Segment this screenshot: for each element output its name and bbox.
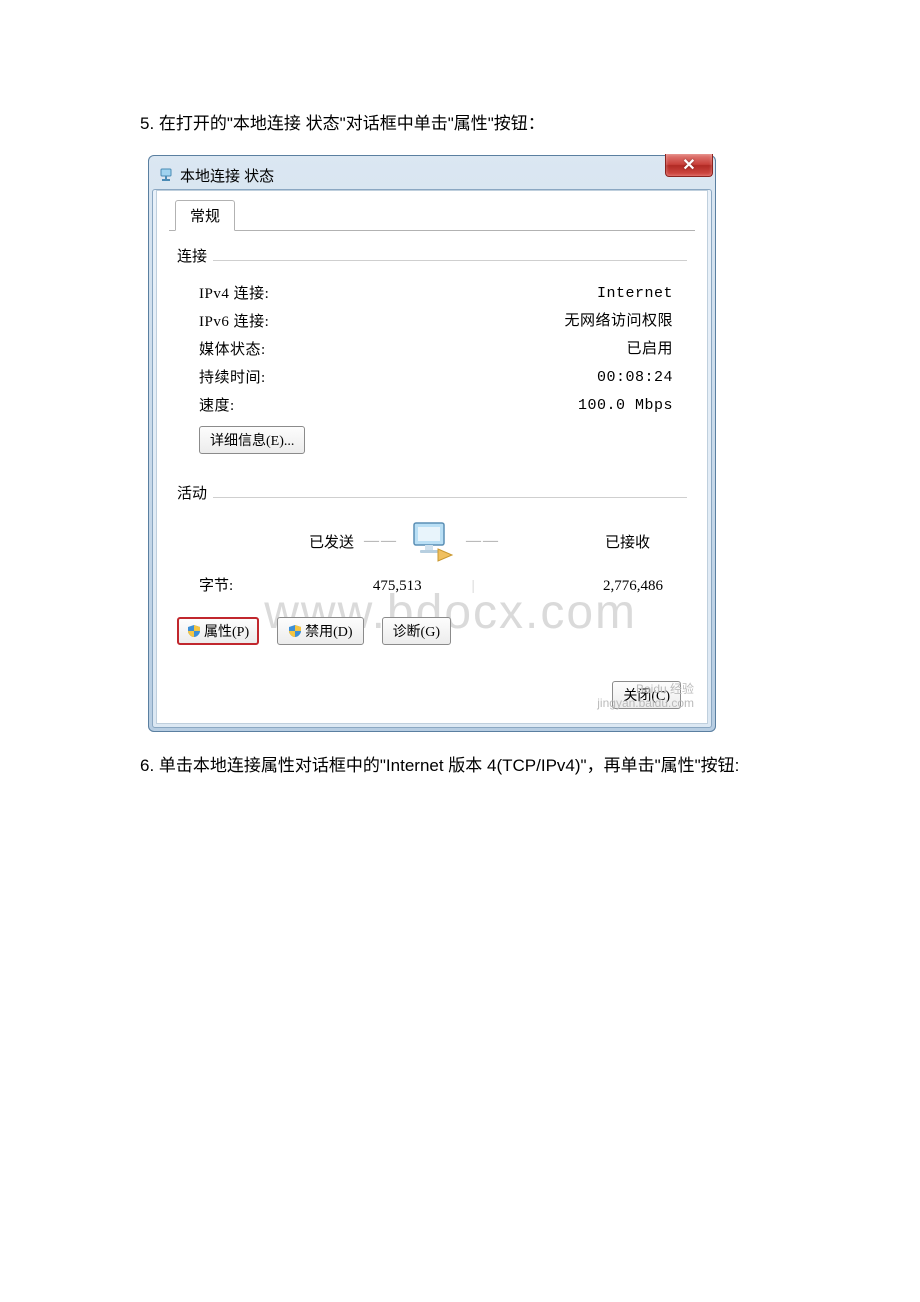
diagnose-button[interactable]: 诊断(G): [382, 617, 451, 645]
properties-button-label: 属性(P): [204, 621, 249, 641]
speed-value: 100.0 Mbps: [578, 392, 673, 420]
step-5-text: 5. 在打开的"本地连接 状态"对话框中单击"属性"按钮：: [140, 110, 780, 137]
duration-value: 00:08:24: [597, 364, 673, 392]
sent-label: 已发送: [214, 531, 354, 552]
computer-icon: [408, 519, 456, 563]
close-button[interactable]: ✕: [665, 154, 713, 177]
bytes-recv-value: 2,776,486: [475, 573, 663, 599]
media-label: 媒体状态:: [199, 336, 266, 364]
details-button[interactable]: 详细信息(E)...: [199, 426, 305, 454]
close-dialog-button[interactable]: 关闭(C): [612, 681, 681, 709]
tab-strip: 常规: [169, 199, 695, 231]
dialog-title: 本地连接 状态: [180, 165, 274, 186]
close-icon: ✕: [682, 155, 695, 175]
diagnose-button-label: 诊断(G): [393, 621, 440, 641]
dash-right: ——: [466, 533, 500, 550]
bytes-sent-value: 475,513: [233, 573, 471, 599]
details-button-label: 详细信息(E)...: [210, 430, 294, 450]
dialog-window: www.bdocx.com 本地连接 状态 ✕ 常规: [148, 155, 716, 732]
shield-icon: [187, 624, 201, 638]
ipv4-value: Internet: [597, 280, 673, 308]
shield-icon: [288, 624, 302, 638]
ipv6-label: IPv6 连接:: [199, 308, 269, 336]
dash-left: ——: [364, 533, 398, 550]
step-6-text: 6. 单击本地连接属性对话框中的"Internet 版本 4(TCP/IPv4)…: [140, 752, 780, 779]
bytes-label: 字节:: [199, 573, 233, 599]
speed-label: 速度:: [199, 392, 235, 420]
media-value: 已启用: [626, 336, 673, 364]
disable-button[interactable]: 禁用(D): [277, 617, 363, 645]
tab-general[interactable]: 常规: [175, 200, 235, 231]
recv-label: 已接收: [510, 531, 650, 552]
group-activity-label: 活动: [177, 482, 213, 503]
duration-label: 持续时间:: [199, 364, 266, 392]
close-dialog-button-label: 关闭(C): [623, 685, 670, 705]
disable-button-label: 禁用(D): [305, 621, 352, 641]
ipv4-label: IPv4 连接:: [199, 280, 269, 308]
properties-button[interactable]: 属性(P): [177, 617, 259, 645]
ipv6-value: 无网络访问权限: [564, 308, 673, 336]
titlebar: 本地连接 状态 ✕: [152, 159, 712, 189]
network-icon: [158, 167, 174, 183]
group-connection-label: 连接: [177, 245, 213, 266]
